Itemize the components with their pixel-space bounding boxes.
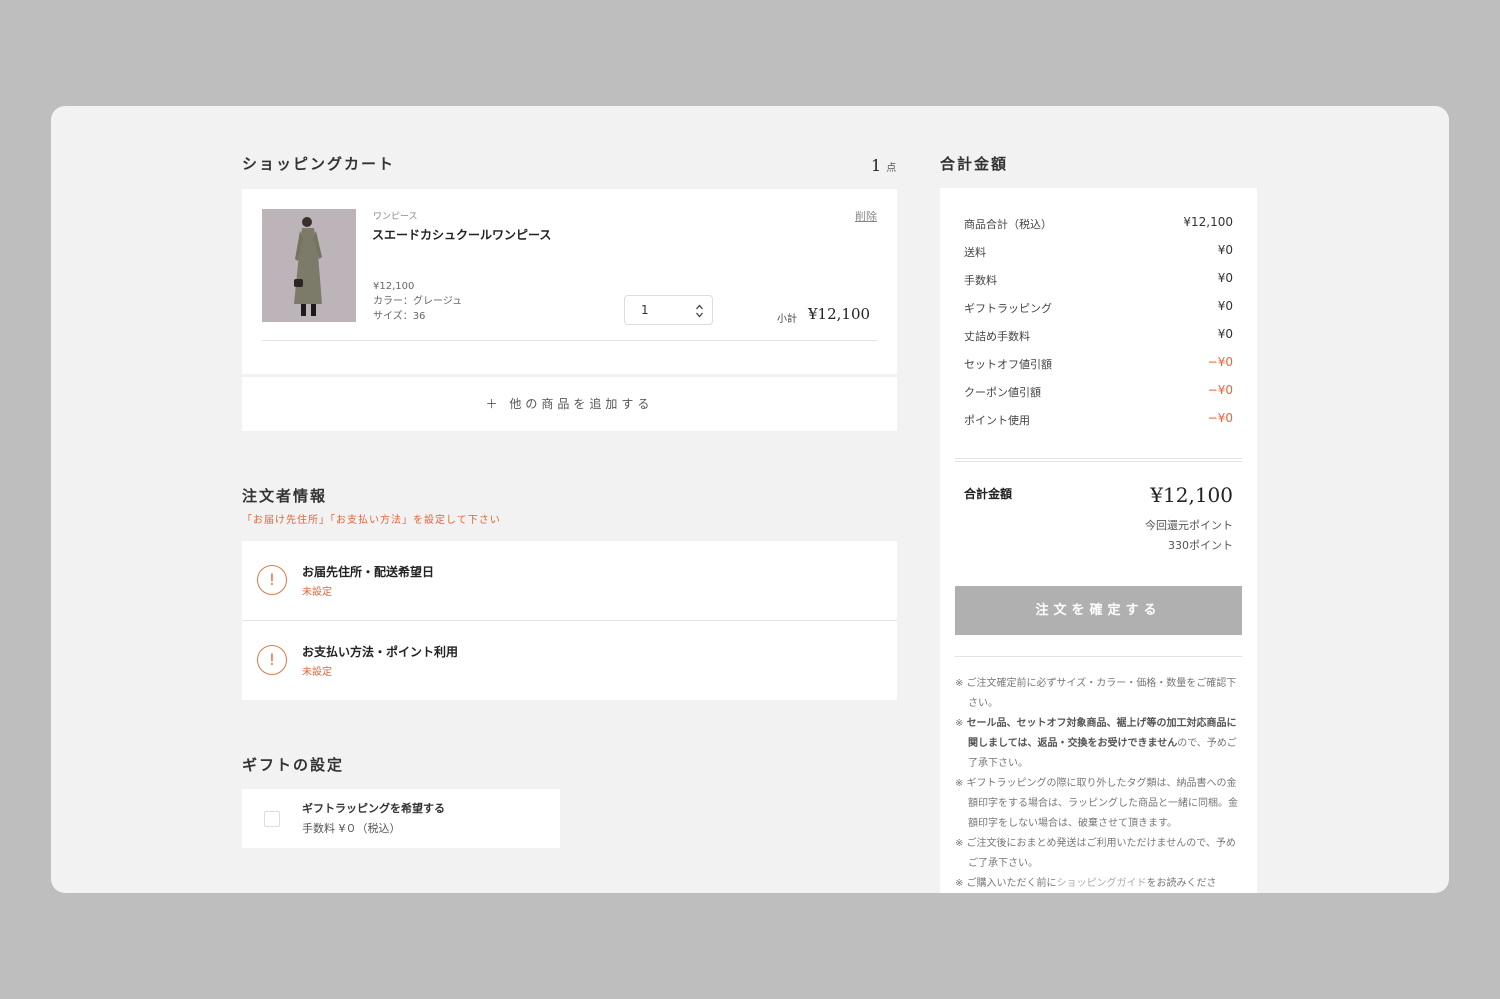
reward-points: 今回還元ポイント 330ポイント	[1145, 516, 1233, 556]
item-size: サイズ：36	[373, 311, 426, 322]
summary-row: 丈詰め手数料 ¥0	[964, 327, 1233, 355]
updown-chevron-icon	[696, 304, 703, 318]
summary-row-label: 手数料	[964, 274, 997, 287]
cart-title: ショッピングカート	[242, 155, 396, 173]
summary-row-label: ギフトラッピング	[964, 302, 1052, 315]
checkout-window: ショッピングカート 1 点 ワンピース スエードカシュクールワンピース 削除 ¥…	[51, 106, 1449, 893]
payment-row-status: 未設定	[302, 667, 332, 678]
summary-row: ポイント使用 −¥0	[964, 411, 1233, 439]
summary-row-value: ¥0	[1217, 271, 1233, 285]
alert-icon: !	[257, 645, 287, 675]
summary-row: クーポン値引額 −¥0	[964, 383, 1233, 411]
summary-row: 送料 ¥0	[964, 243, 1233, 271]
order-info-warning: 「お届け先住所」「お支払い方法」を設定して下さい	[242, 515, 501, 526]
summary-row-label: 丈詰め手数料	[964, 330, 1030, 343]
cart-count: 1 点	[871, 156, 896, 175]
delete-link[interactable]: 削除	[855, 208, 877, 224]
note-text: ※ ご購入いただく前に	[955, 878, 1057, 889]
payment-row[interactable]: ! お支払い方法・ポイント利用 未設定	[242, 621, 897, 700]
cart-item-card: ワンピース スエードカシュクールワンピース 削除 ¥12,100 カラー：グレー…	[242, 189, 897, 374]
summary-row-value: ¥0	[1217, 327, 1233, 341]
item-price: ¥12,100	[373, 281, 415, 292]
note-item: ※ ご注文確定前に必ずサイズ・カラー・価格・数量をご確認下さい。	[955, 678, 1237, 709]
summary-row: ギフトラッピング ¥0	[964, 299, 1233, 327]
subtotal-label: 小計	[777, 314, 797, 325]
summary-rows: 商品合計（税込） ¥12,100 送料 ¥0 手数料 ¥0 ギフトラッピング ¥…	[964, 215, 1233, 439]
summary-row-label: 送料	[964, 246, 986, 259]
quantity-value: 1	[641, 303, 649, 317]
summary-row-label: セットオフ値引額	[964, 358, 1052, 371]
cart-count-unit: 点	[886, 163, 897, 174]
summary-row-value: −¥0	[1207, 383, 1233, 397]
item-category: ワンピース	[373, 212, 418, 222]
total-label: 合計金額	[964, 487, 1013, 501]
add-more-button[interactable]: ＋ 他の商品を追加する	[242, 377, 897, 431]
summary-row: 商品合計（税込） ¥12,100	[964, 215, 1233, 243]
summary-row-label: ポイント使用	[964, 414, 1030, 427]
payment-row-title: お支払い方法・ポイント利用	[302, 645, 459, 659]
quantity-select[interactable]: 1	[624, 295, 713, 325]
summary-row-label: 商品合計（税込）	[964, 218, 1052, 231]
summary-row-value: −¥0	[1207, 411, 1233, 425]
product-image[interactable]	[262, 209, 356, 322]
notes: ※ ご注文確定前に必ずサイズ・カラー・価格・数量をご確認下さい。 ※ セール品、…	[955, 674, 1242, 893]
confirm-order-button[interactable]: 注文を確定する	[955, 586, 1242, 635]
note-text: をお読みくださ	[1146, 878, 1217, 889]
delivery-row-title: お届先住所・配送希望日	[302, 565, 435, 579]
gift-title: ギフトの設定	[242, 756, 345, 774]
summary-row-value: ¥0	[1217, 243, 1233, 257]
reward-points-value: 330ポイント	[1168, 539, 1233, 552]
note-item: ※ ギフトラッピングの際に取り外したタグ類は、納品書への金額印字をする場合は、ラ…	[955, 778, 1238, 829]
item-divider	[262, 340, 877, 341]
summary-divider	[955, 461, 1242, 462]
cart-count-number: 1	[871, 156, 882, 175]
delivery-row[interactable]: ! お届先住所・配送希望日 未設定	[242, 541, 897, 620]
alert-icon: !	[257, 565, 287, 595]
order-info-title: 注文者情報	[242, 487, 328, 505]
gift-fee: 手数料 ¥０（税込）	[302, 822, 401, 835]
summary-title: 合計金額	[940, 155, 1009, 173]
note-item: ※ ご注文後におまとめ発送はご利用いただけませんので、予めご了承下さい。	[955, 838, 1236, 869]
item-color: カラー：グレージュ	[373, 296, 463, 307]
reward-points-label: 今回還元ポイント	[1145, 519, 1233, 532]
notes-divider	[955, 656, 1242, 657]
delivery-row-status: 未設定	[302, 587, 332, 598]
shopping-guide-link[interactable]: ショッピングガイド	[1057, 878, 1147, 889]
summary-row-value: −¥0	[1207, 355, 1233, 369]
item-name[interactable]: スエードカシュクールワンピース	[372, 226, 551, 243]
item-details: ¥12,100 カラー：グレージュ サイズ：36	[373, 279, 462, 324]
subtotal-price: ¥12,100	[808, 305, 871, 323]
summary-row: セットオフ値引額 −¥0	[964, 355, 1233, 383]
summary-card: 商品合計（税込） ¥12,100 送料 ¥0 手数料 ¥0 ギフトラッピング ¥…	[940, 188, 1257, 893]
note-item: ※ セール品、セットオフ対象商品、裾上げ等の加工対応商品に関しましては、返品・交…	[955, 718, 1237, 769]
summary-divider	[955, 458, 1242, 459]
gift-option[interactable]: ギフトラッピングを希望する 手数料 ¥０（税込）	[242, 789, 560, 848]
summary-row-value: ¥12,100	[1183, 215, 1233, 229]
total-value: ¥12,100	[1150, 483, 1233, 507]
gift-checkbox-label[interactable]: ギフトラッピングを希望する	[302, 800, 445, 816]
gift-checkbox[interactable]	[264, 811, 280, 827]
product-photo-icon	[262, 209, 356, 322]
summary-row-label: クーポン値引額	[964, 386, 1041, 399]
summary-row-value: ¥0	[1217, 299, 1233, 313]
note-item: ※ ご購入いただく前にショッピングガイドをお読みくださ	[955, 874, 1242, 893]
summary-row: 手数料 ¥0	[964, 271, 1233, 299]
